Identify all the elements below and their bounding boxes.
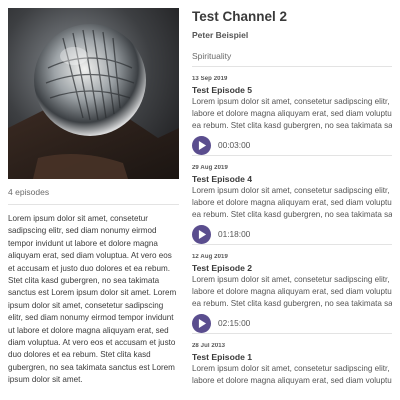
channel-cover-image xyxy=(8,8,179,179)
play-button[interactable] xyxy=(192,224,211,244)
episode-divider xyxy=(192,244,392,245)
channel-description: Lorem ipsum dolor sit amet, consetetur s… xyxy=(8,214,177,385)
episode-player: 02:15:00 xyxy=(192,313,400,333)
play-icon xyxy=(198,229,207,239)
episode-title[interactable]: Test Episode 1 xyxy=(192,352,400,362)
episode-item: 29 Aug 2019 Test Episode 4 Lorem ipsum d… xyxy=(192,165,400,244)
episode-title[interactable]: Test Episode 5 xyxy=(192,85,400,95)
play-icon xyxy=(198,318,207,328)
episode-item: 28 Jul 2013 Test Episode 1 Lorem ipsum d… xyxy=(192,343,400,400)
episode-title[interactable]: Test Episode 4 xyxy=(192,174,400,184)
episode-date: 13 Sep 2019 xyxy=(192,76,228,82)
episode-date: 12 Aug 2019 xyxy=(192,254,228,260)
episode-divider xyxy=(192,155,392,156)
play-icon xyxy=(198,140,207,150)
channel-header: Test Channel 2 Peter Beispiel Spirituali… xyxy=(192,8,400,61)
episode-player: 01:18:00 xyxy=(192,224,400,244)
episode-description: Lorem ipsum dolor sit amet, consetetur s… xyxy=(192,275,392,308)
episode-description: Lorem ipsum dolor sit amet, consetetur s… xyxy=(192,186,392,219)
episode-date: 29 Aug 2019 xyxy=(192,165,228,171)
episode-duration: 02:15:00 xyxy=(218,318,251,329)
episode-title[interactable]: Test Episode 2 xyxy=(192,263,400,273)
crystal-ball-icon xyxy=(8,8,179,179)
channel-author: Peter Beispiel xyxy=(192,30,249,40)
episode-date: 28 Jul 2013 xyxy=(192,343,226,349)
episode-player: 00:03:00 xyxy=(192,135,400,155)
episode-divider xyxy=(192,333,392,334)
channel-title: Test Channel 2 xyxy=(192,9,288,24)
channel-category[interactable]: Spirituality xyxy=(192,51,400,61)
header-divider xyxy=(192,66,392,67)
play-button[interactable] xyxy=(192,313,211,333)
left-divider xyxy=(8,204,179,205)
episode-description: Lorem ipsum dolor sit amet, consetetur s… xyxy=(192,97,392,130)
episode-duration: 00:03:00 xyxy=(218,140,251,151)
episode-item: 13 Sep 2019 Test Episode 5 Lorem ipsum d… xyxy=(192,76,400,155)
play-button[interactable] xyxy=(192,135,211,155)
episode-duration: 01:18:00 xyxy=(218,229,251,240)
episode-count: 4 episodes xyxy=(8,187,50,197)
episode-description: Lorem ipsum dolor sit amet, consetetur s… xyxy=(192,364,392,385)
episode-item: 12 Aug 2019 Test Episode 2 Lorem ipsum d… xyxy=(192,254,400,333)
